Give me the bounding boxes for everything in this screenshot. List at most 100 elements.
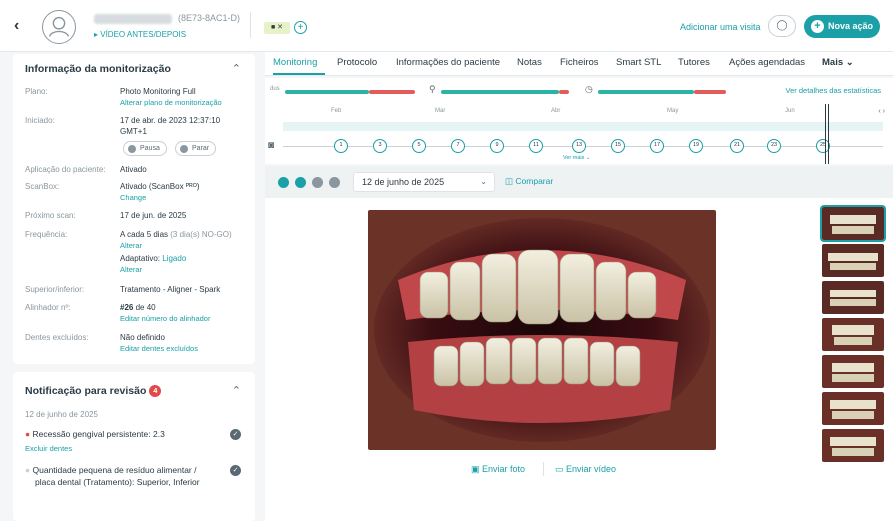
notification-title: Notificação para revisão 4 — [25, 385, 162, 397]
tab-patient-info[interactable]: Informações do paciente — [396, 57, 500, 68]
tab-smart-stl[interactable]: Smart STL — [616, 57, 661, 68]
scan-point[interactable]: 1 — [334, 139, 348, 153]
tab-notes[interactable]: Notas — [517, 57, 542, 68]
patient-app-value: Ativado — [120, 165, 147, 174]
patient-avatar — [42, 10, 76, 44]
tab-protocol[interactable]: Protocolo — [337, 57, 377, 68]
patient-tabs: Monitoring Protocolo Informações do paci… — [265, 52, 893, 76]
photo-thumbnail[interactable] — [822, 244, 884, 277]
adaptive-change-link[interactable]: Alterar — [120, 265, 142, 274]
stat-bar-bad — [559, 90, 569, 94]
view-mode-icon[interactable] — [312, 177, 323, 188]
send-video-button[interactable]: ▭ Enviar vídeo — [555, 464, 616, 475]
scan-point[interactable]: 23 — [767, 139, 781, 153]
tab-tutors[interactable]: Tutores — [678, 57, 710, 68]
back-arrow-icon[interactable]: ‹ — [14, 16, 30, 36]
tab-files[interactable]: Ficheiros — [560, 57, 599, 68]
header-divider — [250, 12, 251, 38]
collapse-chevron-icon[interactable]: ⌃ — [232, 62, 241, 75]
top-header: ‹ (8E73-8AC1-D) ▸ VÍDEO ANTES/DEPOIS ■ ✕… — [0, 0, 893, 52]
photo-viewer: ▣ Enviar foto ▭ Enviar vídeo — [265, 198, 893, 521]
before-after-video-link[interactable]: ▸ VÍDEO ANTES/DEPOIS — [94, 30, 186, 39]
photo-thumbnail[interactable] — [822, 281, 884, 314]
scan-point[interactable]: 11 — [529, 139, 543, 153]
stats-label: dus — [270, 86, 280, 92]
photo-thumbnail[interactable] — [822, 355, 884, 388]
stop-button[interactable]: Parar — [175, 141, 217, 156]
treatment-band — [283, 122, 883, 131]
check-circle-icon[interactable]: ✓ — [230, 465, 241, 476]
scan-point[interactable]: 13 — [572, 139, 586, 153]
frequency-change-link[interactable]: Alterar — [120, 241, 142, 250]
notification-item: ● Recessão gengival persistente: 2.3 — [25, 429, 165, 439]
started-timezone: GMT+1 — [120, 127, 147, 136]
scan-date-select[interactable]: 12 de junho de 2025 ⌄ — [353, 172, 495, 192]
view-mode-icon[interactable] — [278, 177, 289, 188]
scan-point[interactable]: 9 — [490, 139, 504, 153]
aligner-label: Alinhador nº: — [25, 303, 71, 312]
tab-scheduled-actions[interactable]: Ações agendadas — [729, 57, 805, 68]
tooth-icon: ⚲ — [429, 84, 436, 94]
stat-bar-bad — [369, 90, 415, 94]
next-scan-label: Próximo scan: — [25, 211, 76, 220]
photo-thumbnail[interactable] — [822, 429, 884, 462]
arch-label: Superior/inferior: — [25, 285, 85, 294]
notification-count-badge: 4 — [149, 385, 162, 397]
camera-icon[interactable]: ◙ — [268, 140, 274, 151]
exclude-teeth-link[interactable]: Excluir dentes — [25, 444, 72, 453]
timeline-nav-arrows-icon[interactable]: ‹ › — [878, 108, 885, 115]
send-photo-button[interactable]: ▣ Enviar foto — [471, 464, 525, 475]
tab-monitoring[interactable]: Monitoring — [273, 57, 317, 68]
photo-thumbnail[interactable] — [820, 205, 886, 242]
chat-bubble-icon[interactable]: ◯ — [768, 15, 796, 37]
patient-app-label: Aplicação do paciente: — [25, 165, 106, 174]
stats-details-link[interactable]: Ver detalhes das estatísticas — [786, 86, 881, 95]
active-tab-indicator — [273, 73, 325, 75]
notification-date: 12 de junho de 2025 — [25, 410, 98, 419]
scan-point[interactable]: 17 — [650, 139, 664, 153]
started-value: 17 de abr. de 2023 12:37:10 — [120, 116, 221, 125]
photo-thumbnail[interactable] — [822, 392, 884, 425]
current-date-marker — [825, 104, 826, 164]
stat-bar-good — [441, 90, 559, 94]
viewer-controls: 12 de junho de 2025 ⌄ ◫ Comparar — [265, 166, 893, 198]
divider — [543, 462, 544, 476]
edit-excluded-teeth-link[interactable]: Editar dentes excluídos — [120, 344, 198, 353]
month-label: Feb — [331, 108, 342, 114]
review-notification-card: Notificação para revisão 4 ⌃ 12 de junho … — [13, 372, 255, 521]
photo-thumbnail[interactable] — [822, 318, 884, 351]
see-more-link[interactable]: Ver mais ⌄ — [563, 155, 591, 161]
notification-item: ● Quantidade pequena de resíduo alimenta… — [25, 465, 197, 475]
scan-point[interactable]: 19 — [689, 139, 703, 153]
edit-aligner-link[interactable]: Editar número do alinhador — [120, 314, 210, 323]
language-flag-tag[interactable]: ■ ✕ — [264, 22, 290, 34]
change-plan-link[interactable]: Alterar plano de monitorização — [120, 98, 222, 107]
collapse-chevron-icon[interactable]: ⌃ — [232, 384, 241, 397]
scanbox-change-link[interactable]: Change — [120, 193, 146, 202]
scan-point[interactable]: 7 — [451, 139, 465, 153]
add-tag-icon[interactable]: + — [294, 21, 307, 34]
arch-value: Tratamento - Aligner - Spark — [120, 285, 221, 294]
scan-point[interactable]: 3 — [373, 139, 387, 153]
scanbox-value: Ativado (ScanBox ᴾᴿᴼ) — [120, 182, 200, 191]
scanbox-label: ScanBox: — [25, 182, 60, 191]
new-action-button[interactable]: + Nova ação — [804, 15, 880, 38]
intraoral-photo — [368, 210, 716, 450]
tab-more[interactable]: Mais ⌄ — [822, 57, 854, 68]
compare-button[interactable]: ◫ Comparar — [505, 176, 553, 187]
notification-item-continued: placa dental (Tratamento): Superior, Inf… — [35, 477, 200, 487]
stat-bar-bad — [694, 90, 726, 94]
patient-id: (8E73-8AC1-D) — [178, 13, 241, 23]
clock-icon: ◷ — [585, 84, 593, 94]
month-label: Abr — [551, 108, 561, 114]
monitoring-info-card: Informação da monitorização ⌃ Plano: Pho… — [13, 54, 255, 364]
view-mode-icon[interactable] — [295, 177, 306, 188]
add-visit-link[interactable]: Adicionar uma visita — [680, 22, 761, 32]
scan-point[interactable]: 15 — [611, 139, 625, 153]
excluded-teeth-label: Dentes excluídos: — [25, 333, 89, 342]
view-mode-icon[interactable] — [329, 177, 340, 188]
check-circle-icon[interactable]: ✓ — [230, 429, 241, 440]
scan-point[interactable]: 21 — [730, 139, 744, 153]
scan-point[interactable]: 5 — [412, 139, 426, 153]
pause-button[interactable]: Pausa — [123, 141, 167, 156]
